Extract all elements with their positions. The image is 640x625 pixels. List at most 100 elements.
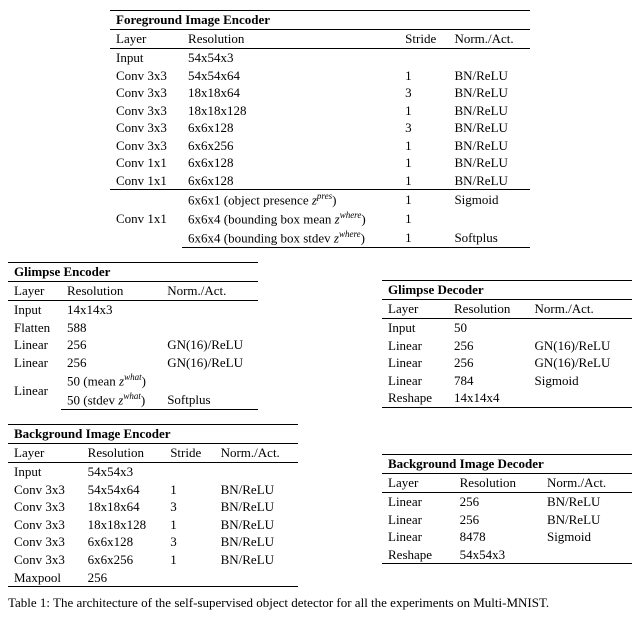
cell-stride: 1	[399, 137, 448, 155]
table-row: Linear784Sigmoid	[382, 372, 632, 390]
cell-stride	[164, 463, 214, 481]
table-row: Reshape14x14x4	[382, 389, 632, 407]
cell-layer: Conv 1x1	[110, 190, 182, 248]
cell-res: 6x6x128	[82, 533, 165, 551]
cell-res: 256	[448, 337, 529, 355]
cell-layer: Linear	[382, 511, 454, 529]
table-row: Conv 3x318x18x1281BN/ReLU	[110, 102, 530, 120]
cell-norm	[529, 319, 632, 337]
cell-res: 256	[454, 511, 541, 529]
cell-stride: 1	[164, 551, 214, 569]
table-row: Conv 3x36x6x1283BN/ReLU	[8, 533, 298, 551]
col-norm: Norm./Act.	[161, 281, 258, 301]
cell-stride: 1	[399, 172, 448, 190]
cell-layer: Reshape	[382, 389, 448, 407]
cell-norm: BN/ReLU	[215, 481, 298, 499]
cell-res: 6x6x4 (bounding box mean zwhere)	[182, 209, 399, 228]
cell-stride: 3	[399, 119, 448, 137]
cell-layer: Linear	[382, 493, 454, 511]
cell-norm	[161, 301, 258, 319]
col-layer: Layer	[382, 299, 448, 319]
cell-res: 18x18x64	[82, 498, 165, 516]
cell-layer: Conv 3x3	[8, 498, 82, 516]
cell-norm: BN/ReLU	[541, 511, 632, 529]
col-layer: Layer	[8, 281, 61, 301]
cell-res: 256	[61, 336, 161, 354]
col-norm: Norm./Act.	[529, 299, 632, 319]
table-row: Input50	[382, 319, 632, 337]
cell-layer: Linear	[8, 336, 61, 354]
cell-stride: 1	[399, 154, 448, 172]
table-row: Input14x14x3	[8, 301, 258, 319]
cell-norm	[448, 49, 530, 67]
cell-layer: Conv 1x1	[110, 154, 182, 172]
table-row: Linear256BN/ReLU	[382, 511, 632, 529]
cell-res: 6x6x4 (bounding box stdev zwhere)	[182, 228, 399, 247]
cell-res: 8478	[454, 528, 541, 546]
col-layer: Layer	[8, 443, 82, 463]
cell-layer: Linear	[8, 354, 61, 372]
cell-norm: Sigmoid	[541, 528, 632, 546]
cell-layer: Input	[382, 319, 448, 337]
cell-norm: Sigmoid	[529, 372, 632, 390]
table-title: Foreground Image Encoder	[110, 11, 530, 30]
cell-stride: 3	[399, 84, 448, 102]
cell-res: 18x18x128	[182, 102, 399, 120]
cell-res: 6x6x256	[82, 551, 165, 569]
cell-norm	[529, 389, 632, 407]
cell-res: 54x54x3	[454, 546, 541, 564]
cell-norm: BN/ReLU	[448, 137, 530, 155]
cell-res: 54x54x3	[182, 49, 399, 67]
cell-res: 256	[454, 493, 541, 511]
table-row: Linear256GN(16)/ReLU	[382, 354, 632, 372]
cell-res: 50 (mean zwhat)	[61, 371, 161, 390]
cell-norm	[215, 463, 298, 481]
col-res: Resolution	[448, 299, 529, 319]
cell-layer: Reshape	[382, 546, 454, 564]
cell-layer: Linear	[382, 372, 448, 390]
cell-res: 18x18x128	[82, 516, 165, 534]
cell-res: 256	[448, 354, 529, 372]
cell-norm: BN/ReLU	[448, 154, 530, 172]
table-row: Linear256GN(16)/ReLU	[8, 336, 258, 354]
cell-res: 54x54x3	[82, 463, 165, 481]
cell-layer: Linear	[8, 371, 61, 409]
cell-layer: Linear	[382, 354, 448, 372]
cell-layer: Conv 3x3	[110, 137, 182, 155]
cell-norm: BN/ReLU	[215, 551, 298, 569]
table-row: Conv 3x318x18x1281BN/ReLU	[8, 516, 298, 534]
cell-layer: Maxpool	[8, 569, 82, 587]
cell-layer: Conv 3x3	[8, 551, 82, 569]
cell-res: 6x6x128	[182, 154, 399, 172]
cell-norm: BN/ReLU	[215, 516, 298, 534]
glimpse-decoder-table: Glimpse Decoder Layer Resolution Norm./A…	[382, 280, 632, 408]
cell-norm	[541, 546, 632, 564]
cell-res: 50 (stdev zwhat)	[61, 390, 161, 409]
table-row: Linear256GN(16)/ReLU	[8, 354, 258, 372]
cell-norm: BN/ReLU	[215, 533, 298, 551]
table-title: Background Image Decoder	[382, 455, 632, 474]
table-row: Conv 3x354x54x641BN/ReLU	[110, 67, 530, 85]
cell-res: 54x54x64	[82, 481, 165, 499]
cell-layer: Conv 3x3	[110, 102, 182, 120]
table-row: Conv 3x36x6x2561BN/ReLU	[8, 551, 298, 569]
cell-layer: Conv 3x3	[110, 84, 182, 102]
cell-norm: BN/ReLU	[448, 172, 530, 190]
cell-layer: Linear	[382, 337, 448, 355]
col-layer: Layer	[110, 29, 182, 49]
col-stride: Stride	[399, 29, 448, 49]
table-row: Conv 1x16x6x1281BN/ReLU	[110, 154, 530, 172]
col-res: Resolution	[82, 443, 165, 463]
table-caption: Table 1: The architecture of the self-su…	[8, 595, 632, 612]
cell-res: 18x18x64	[182, 84, 399, 102]
table-row: Conv 3x318x18x643BN/ReLU	[110, 84, 530, 102]
background-decoder-table: Background Image Decoder Layer Resolutio…	[382, 454, 632, 564]
cell-norm	[215, 569, 298, 587]
table-title: Glimpse Encoder	[8, 263, 258, 282]
cell-stride	[164, 569, 214, 587]
cell-norm: BN/ReLU	[215, 498, 298, 516]
cell-res: 256	[61, 354, 161, 372]
cell-norm	[448, 209, 530, 228]
glimpse-encoder-table: Glimpse Encoder Layer Resolution Norm./A…	[8, 262, 258, 410]
table-row: Input54x54x3	[8, 463, 298, 481]
